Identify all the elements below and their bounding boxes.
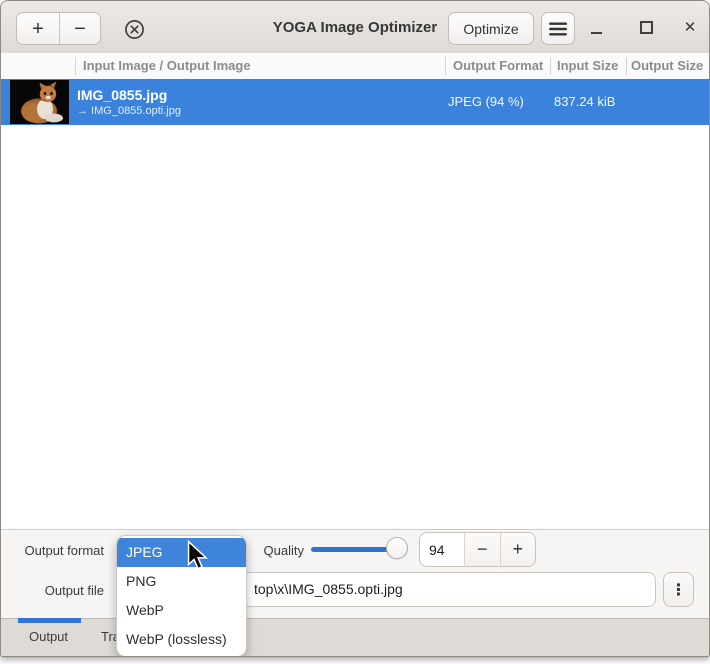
plus-icon: + [32, 19, 44, 39]
minimize-button[interactable] [584, 15, 608, 39]
add-remove-button-group: + − [16, 12, 101, 45]
maximize-icon [640, 21, 653, 34]
row-input-size: 837.24 kiB [554, 94, 615, 109]
quality-decrement-button[interactable]: − [465, 533, 500, 566]
row-output-format: JPEG (94 %) [448, 94, 524, 109]
minus-icon: − [477, 539, 488, 560]
input-image-thumbnail [10, 80, 69, 124]
minimize-icon [591, 32, 602, 34]
output-image-name: → IMG_0855.opti.jpg [77, 105, 181, 117]
dropdown-option-webp[interactable]: WebP [117, 596, 246, 625]
image-settings-panel: Output format Quality 94 − + Output file… [1, 529, 709, 618]
titlebar: + − YOGA Image Optimizer Optimize [1, 1, 709, 54]
column-divider [626, 57, 627, 75]
image-list-empty-area[interactable] [1, 125, 709, 529]
input-image-name: IMG_0855.jpg [77, 87, 167, 103]
dropdown-option-jpeg[interactable]: JPEG [117, 538, 246, 567]
optimize-button[interactable]: Optimize [448, 12, 534, 45]
maximize-button[interactable] [634, 15, 658, 39]
cat-photo [10, 80, 69, 124]
vertical-dots-icon: ⋮ [671, 580, 687, 600]
optimize-button-label: Optimize [463, 21, 518, 37]
hamburger-icon [549, 22, 567, 36]
output-file-browse-button[interactable]: ⋮ [663, 572, 694, 607]
column-divider [550, 57, 551, 75]
list-header: Input Image / Output Image Output Format… [1, 53, 709, 79]
column-header-output-format[interactable]: Output Format [453, 53, 543, 79]
remove-all-button[interactable] [123, 18, 145, 40]
close-icon: ✕ [684, 20, 697, 35]
mouse-cursor-icon [187, 540, 209, 576]
quality-slider-handle[interactable] [386, 537, 408, 559]
column-divider [445, 57, 446, 75]
dropdown-option-webp-lossless[interactable]: WebP (lossless) [117, 625, 246, 654]
tab-output[interactable]: Output [29, 629, 68, 644]
quality-increment-button[interactable]: + [501, 533, 536, 566]
output-file-label: Output file [1, 583, 104, 598]
column-header-output-size[interactable]: Output Size [631, 53, 703, 79]
quality-value[interactable]: 94 [420, 533, 464, 566]
quality-spinbox: 94 − + [419, 532, 536, 567]
menu-button[interactable] [541, 12, 575, 45]
output-format-label: Output format [1, 543, 104, 558]
bottom-tabbar: Output Tra [1, 618, 709, 656]
column-divider [75, 57, 76, 75]
output-format-dropdown: JPEG PNG WebP WebP (lossless) [116, 535, 247, 657]
minus-icon: − [74, 19, 86, 39]
app-window: + − YOGA Image Optimizer Optimize [0, 0, 710, 657]
remove-image-button[interactable]: − [59, 12, 101, 45]
add-image-button[interactable]: + [16, 12, 59, 45]
column-header-input-output-image[interactable]: Input Image / Output Image [83, 53, 251, 79]
plus-icon: + [512, 539, 523, 560]
dropdown-option-png[interactable]: PNG [117, 567, 246, 596]
active-tab-indicator [18, 618, 81, 623]
circle-x-icon [124, 19, 145, 40]
close-button[interactable]: ✕ [678, 15, 702, 39]
column-header-input-size[interactable]: Input Size [557, 53, 618, 79]
image-row-selected[interactable]: IMG_0855.jpg → IMG_0855.opti.jpg JPEG (9… [1, 79, 709, 125]
